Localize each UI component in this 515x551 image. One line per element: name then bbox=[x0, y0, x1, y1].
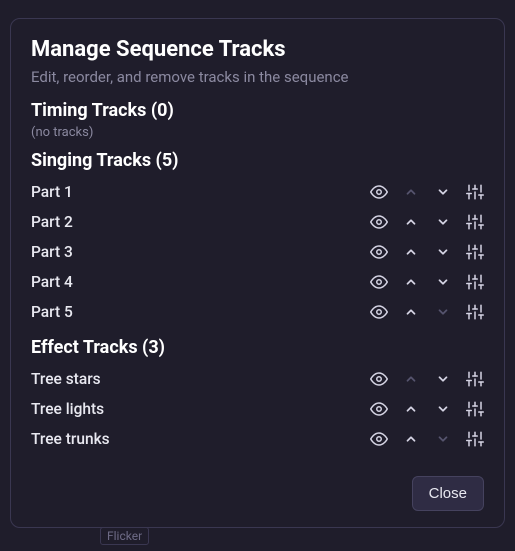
background-hint: Flicker bbox=[100, 527, 149, 545]
chevron-up-icon[interactable] bbox=[402, 303, 420, 321]
effect-tracks-list: Tree stars Tree lights Tree trunks bbox=[31, 364, 484, 454]
track-row: Tree lights bbox=[31, 394, 484, 424]
track-actions bbox=[370, 370, 484, 388]
chevron-down-icon bbox=[434, 303, 452, 321]
sliders-icon[interactable] bbox=[466, 273, 484, 291]
track-name: Tree lights bbox=[31, 400, 104, 418]
eye-icon[interactable] bbox=[370, 213, 388, 231]
timing-tracks-header: Timing Tracks (0) bbox=[31, 100, 484, 121]
track-actions bbox=[370, 243, 484, 261]
sliders-icon[interactable] bbox=[466, 303, 484, 321]
track-actions bbox=[370, 273, 484, 291]
eye-icon[interactable] bbox=[370, 430, 388, 448]
track-row: Part 5 bbox=[31, 297, 484, 327]
track-name: Part 1 bbox=[31, 183, 73, 201]
chevron-up-icon[interactable] bbox=[402, 213, 420, 231]
track-row: Part 2 bbox=[31, 207, 484, 237]
sliders-icon[interactable] bbox=[466, 213, 484, 231]
singing-tracks-header: Singing Tracks (5) bbox=[31, 150, 484, 171]
track-name: Part 4 bbox=[31, 273, 73, 291]
sliders-icon[interactable] bbox=[466, 370, 484, 388]
track-row: Part 4 bbox=[31, 267, 484, 297]
chevron-down-icon[interactable] bbox=[434, 273, 452, 291]
chevron-up-icon bbox=[402, 183, 420, 201]
chevron-up-icon[interactable] bbox=[402, 273, 420, 291]
track-actions bbox=[370, 430, 484, 448]
eye-icon[interactable] bbox=[370, 273, 388, 291]
sliders-icon[interactable] bbox=[466, 400, 484, 418]
chevron-down-icon[interactable] bbox=[434, 370, 452, 388]
dialog-subtitle: Edit, reorder, and remove tracks in the … bbox=[31, 68, 484, 86]
effect-tracks-header: Effect Tracks (3) bbox=[31, 337, 484, 358]
sliders-icon[interactable] bbox=[466, 183, 484, 201]
track-name: Part 3 bbox=[31, 243, 73, 261]
eye-icon[interactable] bbox=[370, 303, 388, 321]
close-button[interactable]: Close bbox=[412, 476, 484, 511]
chevron-down-icon[interactable] bbox=[434, 400, 452, 418]
track-row: Part 3 bbox=[31, 237, 484, 267]
track-row: Tree stars bbox=[31, 364, 484, 394]
track-row: Part 1 bbox=[31, 177, 484, 207]
timing-tracks-empty: (no tracks) bbox=[31, 125, 484, 140]
eye-icon[interactable] bbox=[370, 183, 388, 201]
track-name: Part 2 bbox=[31, 213, 73, 231]
chevron-up-icon[interactable] bbox=[402, 400, 420, 418]
track-name: Tree trunks bbox=[31, 430, 110, 448]
chevron-down-icon[interactable] bbox=[434, 213, 452, 231]
eye-icon[interactable] bbox=[370, 400, 388, 418]
chevron-up-icon[interactable] bbox=[402, 430, 420, 448]
singing-tracks-list: Part 1 Part 2 Part 3 Part 4 Part 5 bbox=[31, 177, 484, 327]
sliders-icon[interactable] bbox=[466, 430, 484, 448]
track-actions bbox=[370, 303, 484, 321]
track-actions bbox=[370, 213, 484, 231]
track-row: Tree trunks bbox=[31, 424, 484, 454]
track-name: Part 5 bbox=[31, 303, 73, 321]
eye-icon[interactable] bbox=[370, 243, 388, 261]
sliders-icon[interactable] bbox=[466, 243, 484, 261]
chevron-down-icon[interactable] bbox=[434, 183, 452, 201]
track-actions bbox=[370, 400, 484, 418]
chevron-up-icon bbox=[402, 370, 420, 388]
chevron-down-icon bbox=[434, 430, 452, 448]
track-actions bbox=[370, 183, 484, 201]
chevron-down-icon[interactable] bbox=[434, 243, 452, 261]
dialog-footer: Close bbox=[31, 476, 484, 511]
track-name: Tree stars bbox=[31, 370, 101, 388]
manage-tracks-dialog: Manage Sequence Tracks Edit, reorder, an… bbox=[10, 18, 505, 528]
dialog-title: Manage Sequence Tracks bbox=[31, 37, 484, 62]
eye-icon[interactable] bbox=[370, 370, 388, 388]
chevron-up-icon[interactable] bbox=[402, 243, 420, 261]
